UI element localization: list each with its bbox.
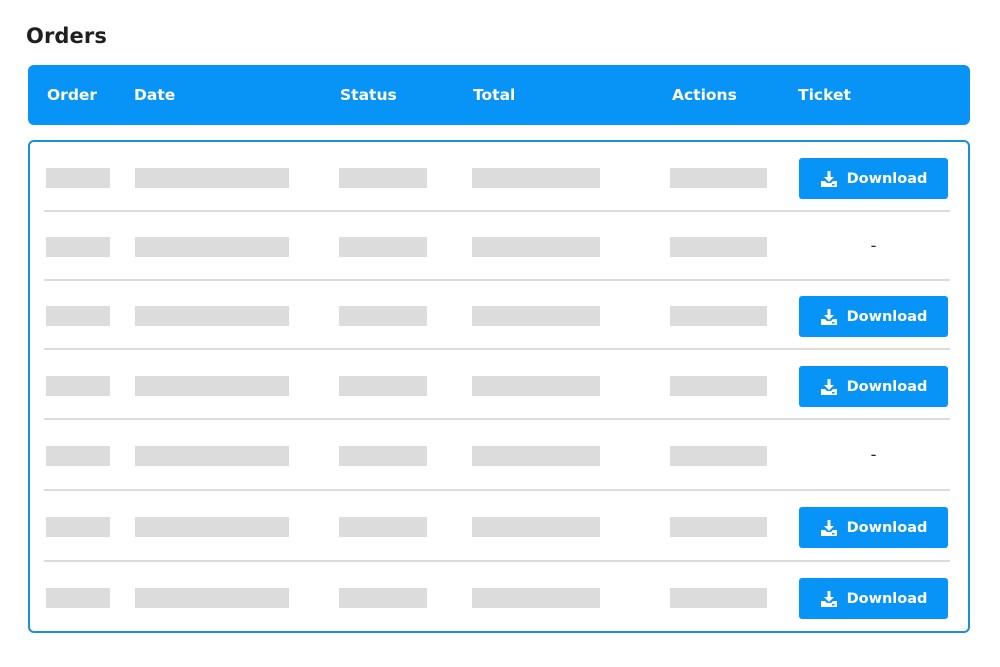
date-cell-placeholder: [135, 376, 289, 396]
column-header-date[interactable]: Date: [134, 65, 175, 125]
download-button[interactable]: Download: [799, 578, 948, 619]
order-cell-placeholder: [46, 588, 110, 608]
table-row: Download: [30, 490, 968, 562]
download-icon: [820, 378, 838, 396]
status-cell-placeholder: [339, 306, 427, 326]
download-icon: [820, 170, 838, 188]
download-icon: [820, 519, 838, 537]
actions-cell-placeholder: [670, 517, 767, 537]
total-cell-placeholder: [472, 376, 600, 396]
column-header-ticket: Ticket: [798, 86, 851, 104]
table-row: Download: [30, 349, 968, 420]
order-cell-placeholder: [46, 306, 110, 326]
download-label: Download: [846, 170, 928, 187]
order-cell-placeholder: [46, 237, 110, 257]
total-cell-placeholder: [472, 588, 600, 608]
table-row: Download: [30, 142, 968, 212]
order-cell-placeholder: [46, 446, 110, 466]
status-cell-placeholder: [339, 168, 427, 188]
total-cell-placeholder: [472, 237, 600, 257]
table-row: -: [30, 419, 968, 491]
table-header: Order Date Status Total Actions Ticket: [28, 65, 970, 125]
total-cell-placeholder: [472, 446, 600, 466]
actions-cell-placeholder: [670, 376, 767, 396]
date-cell-placeholder: [135, 306, 289, 326]
download-button[interactable]: Download: [799, 366, 948, 407]
status-cell-placeholder: [339, 446, 427, 466]
total-cell-placeholder: [472, 517, 600, 537]
actions-cell-placeholder: [670, 237, 767, 257]
actions-cell-placeholder: [670, 446, 767, 466]
order-cell-placeholder: [46, 168, 110, 188]
actions-cell-placeholder: [670, 588, 767, 608]
orders-table: Download - Download Download - Download …: [28, 140, 970, 633]
status-cell-placeholder: [339, 237, 427, 257]
page-title: Orders: [26, 24, 107, 48]
download-icon: [820, 308, 838, 326]
total-cell-placeholder: [472, 168, 600, 188]
download-button[interactable]: Download: [799, 507, 948, 548]
date-cell-placeholder: [135, 237, 289, 257]
download-label: Download: [846, 378, 928, 395]
download-icon: [820, 590, 838, 608]
date-cell-placeholder: [135, 588, 289, 608]
table-row: Download: [30, 561, 968, 631]
status-cell-placeholder: [339, 376, 427, 396]
actions-cell-placeholder: [670, 306, 767, 326]
column-header-total[interactable]: Total: [473, 65, 515, 125]
column-header-actions: Actions: [672, 86, 737, 104]
table-row: Download: [30, 280, 968, 350]
status-cell-placeholder: [339, 588, 427, 608]
download-button[interactable]: Download: [799, 296, 948, 337]
download-label: Download: [846, 308, 928, 325]
column-header-order[interactable]: Order: [47, 65, 97, 125]
date-cell-placeholder: [135, 517, 289, 537]
status-cell-placeholder: [339, 517, 427, 537]
date-cell-placeholder: [135, 446, 289, 466]
table-row: -: [30, 211, 968, 281]
actions-cell-placeholder: [670, 168, 767, 188]
no-ticket-dash: -: [870, 236, 877, 255]
order-cell-placeholder: [46, 517, 110, 537]
total-cell-placeholder: [472, 306, 600, 326]
order-cell-placeholder: [46, 376, 110, 396]
no-ticket-dash: -: [870, 445, 877, 464]
download-button[interactable]: Download: [799, 158, 948, 199]
column-header-status[interactable]: Status: [340, 65, 397, 125]
download-label: Download: [846, 519, 928, 536]
date-cell-placeholder: [135, 168, 289, 188]
download-label: Download: [846, 590, 928, 607]
